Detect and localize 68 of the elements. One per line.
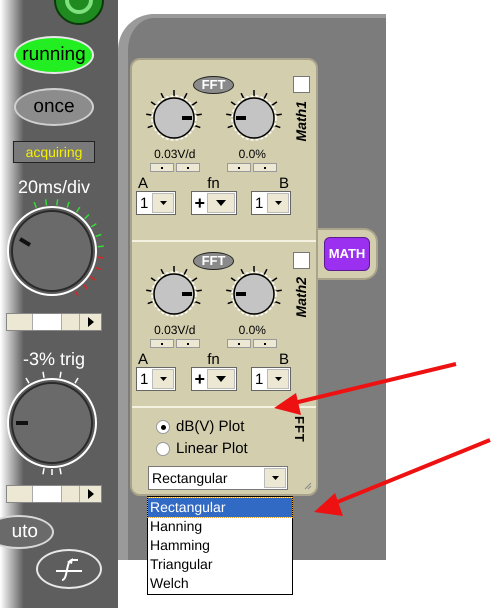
dropdown-value: + bbox=[194, 370, 206, 388]
window-select[interactable]: Rectangular bbox=[148, 466, 288, 490]
channel-title: Math1 bbox=[292, 101, 310, 142]
radio-option[interactable]: Linear Plot bbox=[156, 438, 248, 460]
step-button[interactable] bbox=[150, 339, 174, 348]
input-label: A bbox=[137, 176, 150, 191]
dropdown[interactable]: + bbox=[190, 191, 236, 215]
right-arrow-icon bbox=[88, 317, 94, 327]
input-label: B bbox=[278, 176, 290, 191]
offset-reading: 0.0% bbox=[238, 324, 266, 337]
run-button[interactable]: running bbox=[14, 36, 94, 74]
caret-icon bbox=[274, 377, 282, 381]
step-button[interactable] bbox=[227, 163, 252, 172]
timebase-label: 20ms/div bbox=[18, 177, 90, 197]
scale-reading: 0.03V/d bbox=[154, 324, 196, 337]
dropdown-value: 1 bbox=[139, 372, 150, 386]
scroll-slider[interactable] bbox=[6, 485, 102, 503]
trigger-label: -3% trig bbox=[22, 349, 85, 369]
radio-option[interactable]: dB(V) Plot bbox=[156, 416, 244, 438]
caret-icon bbox=[272, 476, 278, 480]
scroll-slider[interactable] bbox=[6, 313, 102, 331]
dropdown-value: 1 bbox=[254, 372, 264, 386]
resize-grip-icon[interactable] bbox=[304, 482, 312, 490]
input-label: A bbox=[137, 352, 150, 367]
section-title: FFT bbox=[291, 416, 307, 445]
dropdown-value: 1 bbox=[254, 196, 264, 210]
fft-badge: FFT bbox=[192, 76, 234, 94]
caret-icon bbox=[216, 376, 226, 382]
math-tab[interactable]: MATH bbox=[324, 237, 370, 271]
caret-icon bbox=[274, 201, 282, 205]
dropdown-option[interactable]: Triangular bbox=[148, 555, 292, 574]
input-label: fn bbox=[206, 176, 221, 191]
step-button[interactable] bbox=[150, 163, 174, 172]
round-button[interactable] bbox=[54, 0, 104, 26]
dropdown[interactable]: 1 bbox=[251, 367, 291, 391]
caret-icon bbox=[160, 377, 166, 381]
step-button[interactable] bbox=[253, 163, 278, 172]
dropdown[interactable]: 1 bbox=[136, 191, 176, 215]
dropdown-option[interactable]: Hamming bbox=[148, 536, 292, 555]
dropdown[interactable]: + bbox=[190, 367, 236, 391]
step-button[interactable] bbox=[227, 339, 252, 348]
auto-button[interactable]: uto bbox=[0, 515, 54, 549]
dropdown-value: 1 bbox=[139, 196, 150, 210]
step-button[interactable] bbox=[253, 339, 278, 348]
channel-title: Math2 bbox=[292, 277, 310, 318]
dropdown-option[interactable]: Welch bbox=[148, 574, 292, 593]
scale-reading: 0.03V/d bbox=[154, 148, 196, 161]
caret-icon bbox=[216, 200, 226, 206]
right-arrow-icon bbox=[88, 489, 94, 499]
slider-thumb[interactable] bbox=[32, 486, 62, 502]
caret-icon bbox=[160, 201, 166, 205]
slider-thumb[interactable] bbox=[32, 314, 62, 330]
checkbox[interactable] bbox=[293, 252, 310, 269]
step-button[interactable] bbox=[176, 339, 200, 348]
input-label: fn bbox=[206, 352, 221, 367]
dropdown-value: + bbox=[194, 194, 206, 212]
step-button[interactable] bbox=[176, 163, 200, 172]
checkbox[interactable] bbox=[293, 76, 310, 93]
fft-badge: FFT bbox=[192, 252, 234, 270]
input-label: B bbox=[278, 352, 290, 367]
dropdown[interactable]: 1 bbox=[251, 191, 291, 215]
status-label: acquiring bbox=[13, 141, 95, 163]
dropdown[interactable]: 1 bbox=[136, 367, 176, 391]
dropdown-option[interactable]: Hanning bbox=[148, 517, 292, 536]
offset-reading: 0.0% bbox=[238, 148, 266, 161]
once-button[interactable]: once bbox=[14, 88, 94, 126]
dropdown-option[interactable]: Rectangular bbox=[148, 498, 292, 517]
trigger-slope-icon bbox=[54, 556, 84, 582]
